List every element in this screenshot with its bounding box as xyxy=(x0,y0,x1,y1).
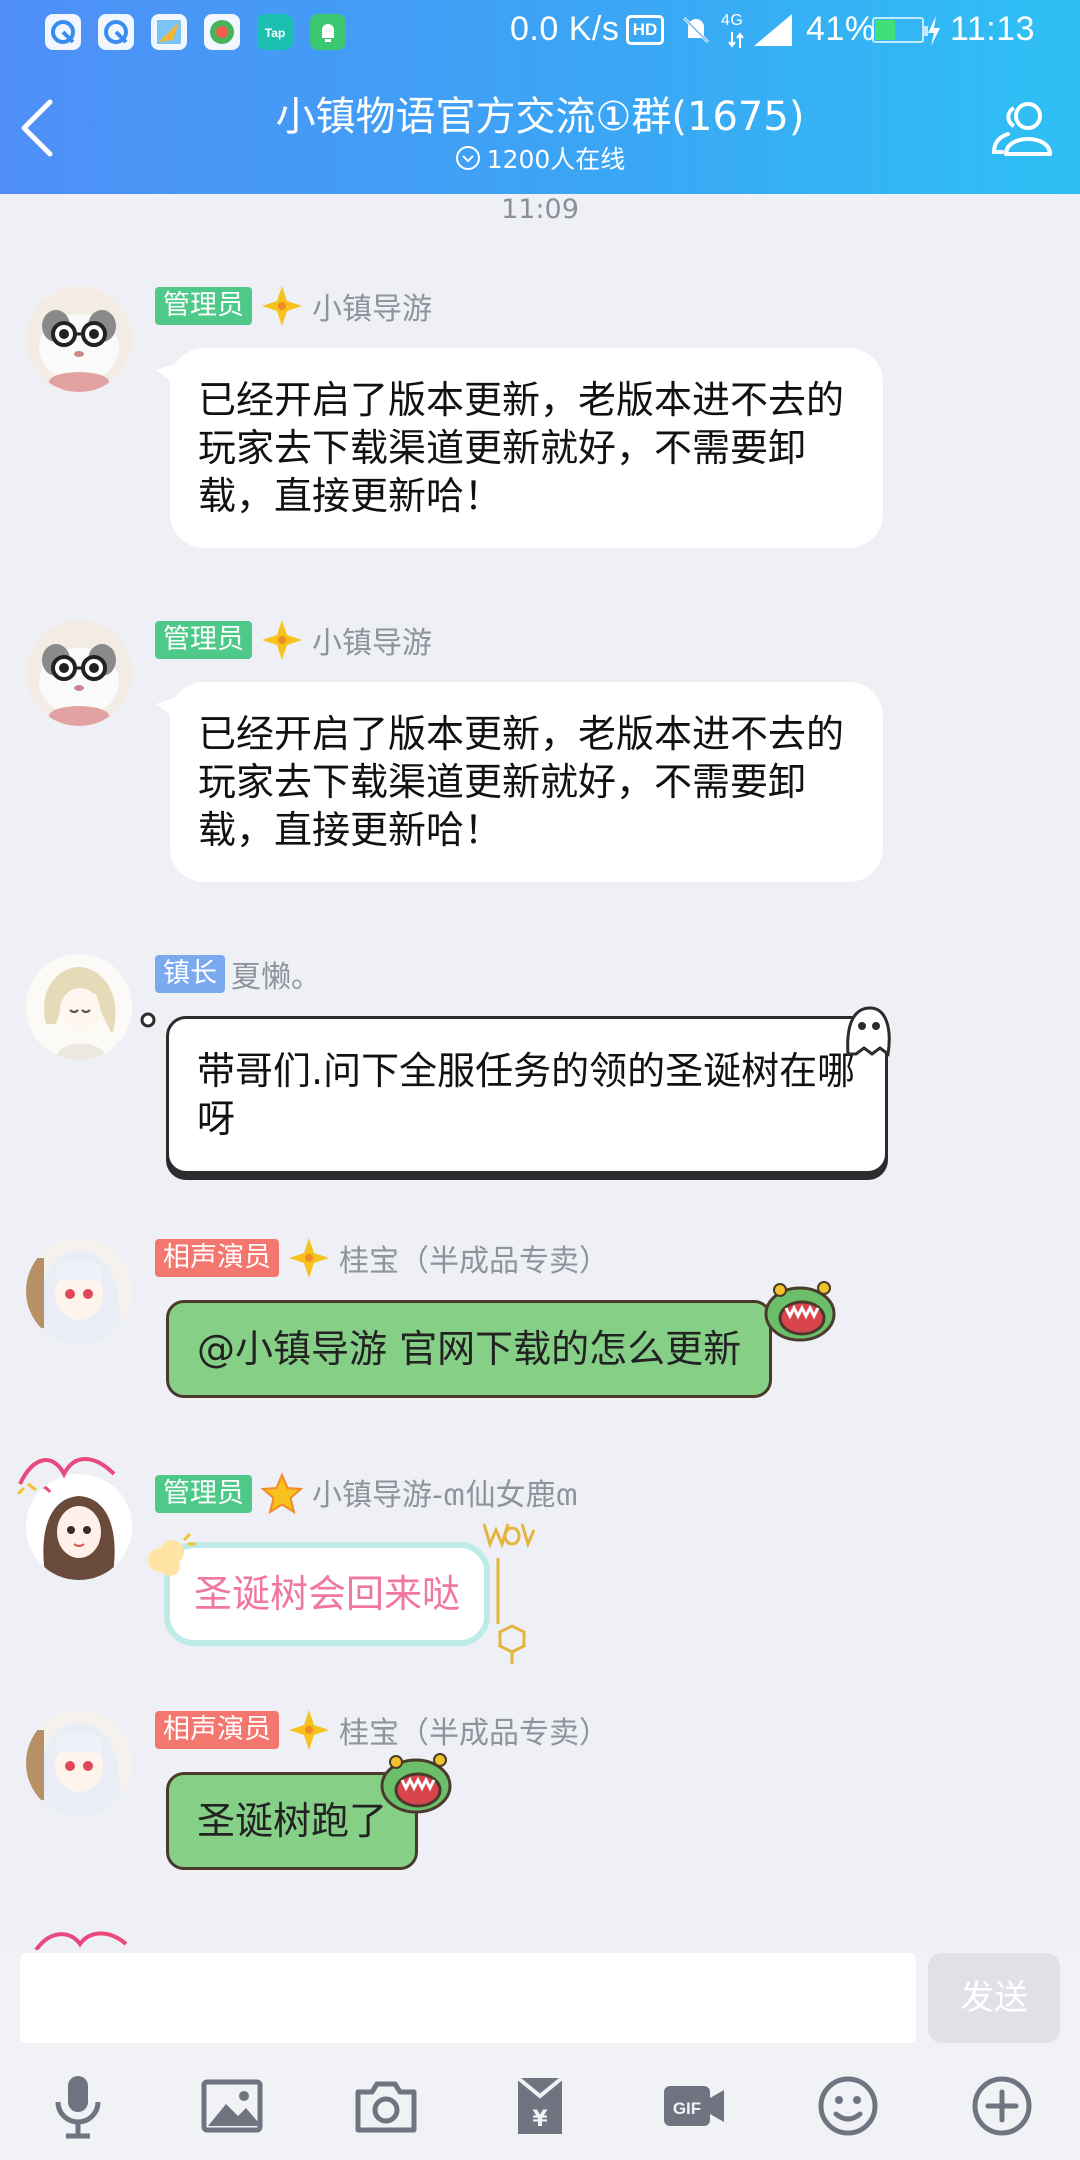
message-meta: 相声演员 桂宝（半成品专卖） xyxy=(155,1708,609,1752)
mute-icon xyxy=(682,16,710,44)
bell-icon xyxy=(310,14,346,50)
signal-icon xyxy=(754,14,792,46)
role-badge: 管理员 xyxy=(155,1475,252,1513)
gif-icon[interactable]: GIF xyxy=(658,2070,730,2142)
camera-icon[interactable] xyxy=(350,2070,422,2142)
send-button[interactable]: 发送 xyxy=(928,1953,1060,2043)
sender-name[interactable]: 桂宝（半成品专卖） xyxy=(339,1708,609,1752)
message-bubble[interactable]: @小镇导游 官网下载的怎么更新 xyxy=(166,1300,773,1398)
avatar[interactable] xyxy=(26,620,132,726)
sparkle-icon xyxy=(262,620,302,660)
sender-name[interactable]: 夏懒。 xyxy=(231,952,321,996)
data-arrows-icon xyxy=(728,32,744,48)
gif-label: GIF xyxy=(673,2099,701,2118)
map-icon xyxy=(151,14,187,50)
app-icon xyxy=(204,14,240,50)
top-bar: Tap 0.0 K/s HD 4G 41% 11:13 小镇物语官方交流①群(1… xyxy=(0,0,1080,194)
battery-percent: 41% xyxy=(806,10,876,48)
red-packet-icon[interactable]: ¥ xyxy=(504,2070,576,2142)
message-input[interactable] xyxy=(20,1953,916,2043)
avatar[interactable] xyxy=(26,286,132,392)
fairy-sign-icon xyxy=(16,1457,116,1494)
clock: 11:13 xyxy=(950,10,1036,48)
monster-sticker-icon xyxy=(380,1753,452,1814)
back-button[interactable] xyxy=(14,96,64,160)
role-badge: 相声演员 xyxy=(155,1239,279,1277)
chat-area[interactable]: 11:09 管理员 小镇导游 已经开启了版本更新，老版本进不去的玩家去下载渠道更… xyxy=(0,194,1080,1950)
bubble-tail-icon xyxy=(140,1012,156,1028)
fairy-sign-icon xyxy=(34,1931,128,1950)
browser-icon xyxy=(45,14,81,50)
image-icon[interactable] xyxy=(196,2070,268,2142)
svg-text:¥: ¥ xyxy=(532,2107,548,2132)
sender-name[interactable]: 小镇导游-ຓ仙女鹿ຓ xyxy=(312,1470,578,1519)
chevron-down-icon xyxy=(455,146,480,170)
message-bubble[interactable]: 已经开启了版本更新，老版本进不去的玩家去下载渠道更新就好，不需要卸载，直接更新哈… xyxy=(156,348,883,548)
ghost-sticker-icon xyxy=(846,1006,891,1057)
role-badge: 相声演员 xyxy=(155,1711,279,1749)
hd-icon: HD xyxy=(626,15,664,45)
group-title[interactable]: 小镇物语官方交流①群(1675) xyxy=(200,84,880,142)
battery-icon xyxy=(872,17,928,43)
sender-name[interactable]: 小镇导游 xyxy=(312,618,432,662)
message-timestamp: 11:09 xyxy=(501,194,579,225)
role-badge: 管理员 xyxy=(155,287,252,325)
role-badge: 管理员 xyxy=(155,621,252,659)
network-speed: 0.0 K/s xyxy=(510,10,620,48)
group-members-button[interactable] xyxy=(988,94,1058,164)
plus-icon[interactable] xyxy=(966,2070,1038,2142)
message-meta: 镇长 夏懒。 xyxy=(155,952,321,996)
message-bubble[interactable]: 带哥们.问下全服任务的领的圣诞树在哪呀 xyxy=(166,1016,888,1174)
message-meta: 管理员 小镇导游 xyxy=(155,618,432,662)
emoji-icon[interactable] xyxy=(812,2070,884,2142)
avatar[interactable] xyxy=(26,1238,132,1344)
browser-icon xyxy=(98,14,134,50)
sparkle-icon xyxy=(289,1710,329,1750)
sparkle-icon xyxy=(262,286,302,326)
taptap-icon: Tap xyxy=(257,14,293,50)
monster-sticker-icon xyxy=(764,1281,836,1342)
status-bar: Tap 0.0 K/s HD 4G 41% 11:13 xyxy=(0,0,1080,64)
microphone-icon[interactable] xyxy=(42,2070,114,2142)
charging-icon xyxy=(928,16,940,46)
sender-name[interactable]: 小镇导游 xyxy=(312,284,432,328)
star-icon xyxy=(260,1472,304,1515)
network-type: 4G xyxy=(721,12,744,29)
message-meta: 相声演员 桂宝（半成品专卖） xyxy=(155,1236,609,1280)
input-area: 发送 ¥ GIF xyxy=(0,1950,1080,2160)
sparkle-icon xyxy=(289,1238,329,1278)
sender-name[interactable]: 桂宝（半成品专卖） xyxy=(339,1236,609,1280)
message-meta: 管理员 小镇导游-ຓ仙女鹿ຓ xyxy=(155,1472,578,1515)
svg-text:Tap: Tap xyxy=(265,26,285,40)
flower-sticker-icon xyxy=(148,1532,196,1576)
online-count[interactable]: 1200人在线 xyxy=(380,140,700,176)
role-badge: 镇长 xyxy=(155,955,225,993)
message-bubble[interactable]: 已经开启了版本更新，老版本进不去的玩家去下载渠道更新就好，不需要卸载，直接更新哈… xyxy=(156,682,883,882)
avatar[interactable] xyxy=(26,1710,132,1816)
online-count-label: 1200人在线 xyxy=(486,145,626,174)
avatar[interactable] xyxy=(26,954,132,1060)
message-meta: 管理员 小镇导游 xyxy=(155,284,432,328)
wow-sticker-icon xyxy=(482,1523,536,1664)
message-bubble[interactable]: 圣诞树会回来哒 xyxy=(164,1542,491,1646)
